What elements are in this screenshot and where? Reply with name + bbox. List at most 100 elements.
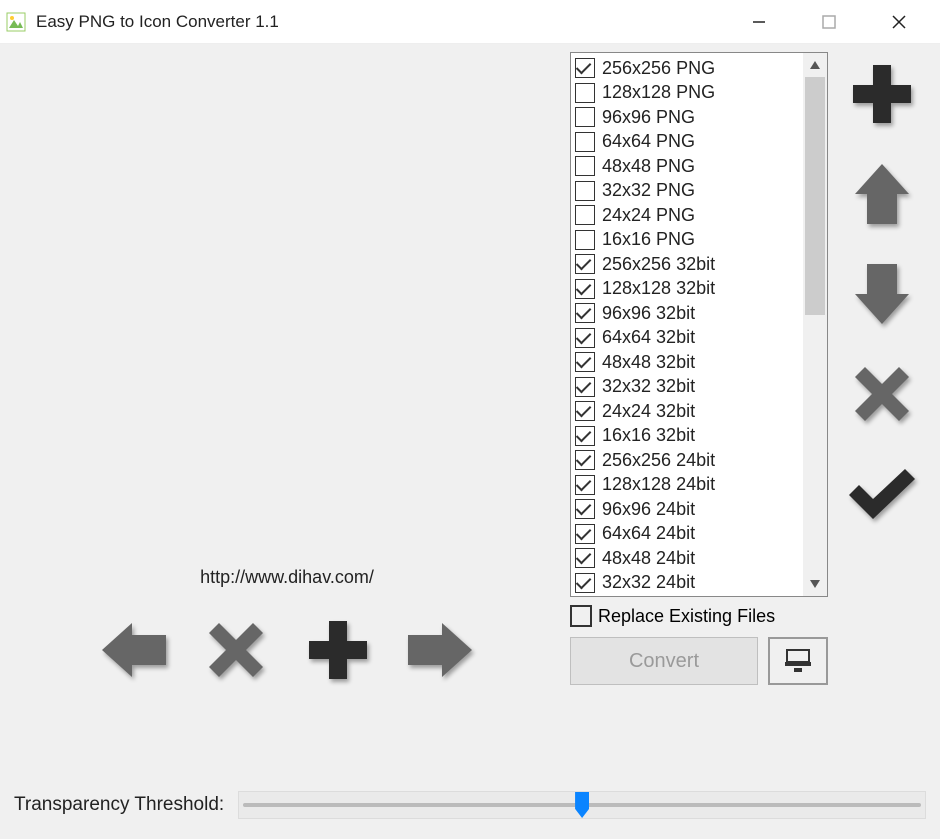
format-checkbox[interactable] bbox=[575, 377, 595, 397]
format-label: 24x24 32bit bbox=[602, 401, 695, 422]
titlebar: Easy PNG to Icon Converter 1.1 bbox=[0, 0, 940, 44]
format-item[interactable]: 96x96 PNG bbox=[575, 105, 799, 130]
format-item[interactable]: 32x32 PNG bbox=[575, 179, 799, 204]
close-button[interactable] bbox=[864, 1, 934, 43]
delete-format-button[interactable] bbox=[846, 358, 918, 430]
format-checkbox[interactable] bbox=[575, 205, 595, 225]
preview-column: http://www.dihav.com/ bbox=[14, 52, 560, 694]
scrollbar-track[interactable] bbox=[803, 77, 827, 572]
format-checkbox[interactable] bbox=[575, 303, 595, 323]
format-label: 32x32 PNG bbox=[602, 180, 695, 201]
format-checkbox[interactable] bbox=[575, 279, 595, 299]
format-label: 16x16 32bit bbox=[602, 425, 695, 446]
website-link[interactable]: http://www.dihav.com/ bbox=[14, 567, 560, 588]
format-item[interactable]: 256x256 24bit bbox=[575, 448, 799, 473]
format-column: 256x256 PNG 128x128 PNG96x96 PNG64x64 PNG… bbox=[570, 52, 828, 694]
format-edit-buttons bbox=[838, 52, 926, 694]
app-icon bbox=[6, 12, 26, 32]
format-checkbox[interactable] bbox=[575, 475, 595, 495]
format-item[interactable]: 128x128 24bit bbox=[575, 473, 799, 498]
format-checkbox[interactable] bbox=[575, 524, 595, 544]
format-label: 256x256 32bit bbox=[602, 254, 715, 275]
format-item[interactable]: 24x24 PNG bbox=[575, 203, 799, 228]
replace-existing-label: Replace Existing Files bbox=[598, 606, 775, 627]
move-format-down-button[interactable] bbox=[846, 258, 918, 330]
format-item[interactable]: 16x16 32bit bbox=[575, 424, 799, 449]
format-item[interactable]: 64x64 32bit bbox=[575, 326, 799, 351]
format-label: 256x256 PNG bbox=[602, 58, 715, 79]
format-checkbox[interactable] bbox=[575, 499, 595, 519]
format-label: 32x32 32bit bbox=[602, 376, 695, 397]
format-item[interactable]: 256x256 32bit bbox=[575, 252, 799, 277]
format-item[interactable]: 24x24 32bit bbox=[575, 399, 799, 424]
next-image-button[interactable] bbox=[404, 614, 476, 686]
scrollbar-thumb[interactable] bbox=[805, 77, 825, 315]
format-item[interactable]: 48x48 PNG bbox=[575, 154, 799, 179]
format-label: 96x96 32bit bbox=[602, 303, 695, 324]
format-item[interactable]: 48x48 32bit bbox=[575, 350, 799, 375]
threshold-label: Transparency Threshold: bbox=[14, 794, 224, 816]
format-checkbox[interactable] bbox=[575, 107, 595, 127]
previous-image-button[interactable] bbox=[98, 614, 170, 686]
format-checkbox[interactable] bbox=[575, 573, 595, 593]
maximize-button[interactable] bbox=[794, 1, 864, 43]
minimize-button[interactable] bbox=[724, 1, 794, 43]
format-checkbox[interactable] bbox=[575, 230, 595, 250]
format-label: 24x24 PNG bbox=[602, 205, 695, 226]
format-checkbox[interactable] bbox=[575, 401, 595, 421]
window-controls bbox=[724, 1, 934, 43]
client-area: http://www.dihav.com/ bbox=[0, 44, 940, 839]
format-label: 32x32 24bit bbox=[602, 572, 695, 593]
format-label: 64x64 32bit bbox=[602, 327, 695, 348]
move-format-up-button[interactable] bbox=[846, 158, 918, 230]
scroll-up-button[interactable] bbox=[803, 53, 827, 77]
replace-existing-row[interactable]: Replace Existing Files bbox=[570, 605, 828, 627]
format-label: 96x96 24bit bbox=[602, 499, 695, 520]
format-checkbox[interactable] bbox=[575, 132, 595, 152]
main-layout: http://www.dihav.com/ bbox=[14, 52, 926, 694]
convert-row: Convert bbox=[570, 637, 828, 685]
format-label: 48x48 32bit bbox=[602, 352, 695, 373]
image-nav-controls bbox=[14, 614, 560, 686]
format-checkbox[interactable] bbox=[575, 450, 595, 470]
slider-thumb[interactable] bbox=[575, 792, 589, 818]
format-item[interactable]: 128x128 PNG bbox=[575, 81, 799, 106]
apply-formats-button[interactable] bbox=[846, 458, 918, 530]
format-item[interactable]: 96x96 24bit bbox=[575, 497, 799, 522]
format-label: 64x64 PNG bbox=[602, 131, 695, 152]
format-item[interactable]: 96x96 32bit bbox=[575, 301, 799, 326]
convert-button[interactable]: Convert bbox=[570, 637, 758, 685]
format-item[interactable]: 64x64 PNG bbox=[575, 130, 799, 155]
format-item[interactable]: 64x64 24bit bbox=[575, 522, 799, 547]
add-image-button[interactable] bbox=[302, 614, 374, 686]
format-checkbox[interactable] bbox=[575, 156, 595, 176]
format-item[interactable]: 32x32 24bit bbox=[575, 571, 799, 596]
format-item[interactable]: 256x256 PNG bbox=[575, 56, 799, 81]
output-folder-button[interactable] bbox=[768, 637, 828, 685]
format-item[interactable]: 48x48 24bit bbox=[575, 546, 799, 571]
scroll-down-button[interactable] bbox=[803, 572, 827, 596]
format-label: 256x256 24bit bbox=[602, 450, 715, 471]
threshold-row: Transparency Threshold: bbox=[14, 791, 926, 819]
format-checkbox[interactable] bbox=[575, 254, 595, 274]
format-checkbox[interactable] bbox=[575, 548, 595, 568]
format-label: 128x128 24bit bbox=[602, 474, 715, 495]
format-label: 128x128 PNG bbox=[602, 82, 715, 103]
list-scrollbar[interactable] bbox=[803, 53, 827, 596]
format-checkbox[interactable] bbox=[575, 58, 595, 78]
format-checkbox[interactable] bbox=[575, 328, 595, 348]
replace-existing-checkbox[interactable] bbox=[570, 605, 592, 627]
format-checkbox[interactable] bbox=[575, 352, 595, 372]
format-item[interactable]: 128x128 32bit bbox=[575, 277, 799, 302]
format-label: 128x128 32bit bbox=[602, 278, 715, 299]
format-list-inner: 256x256 PNG 128x128 PNG96x96 PNG64x64 PNG… bbox=[571, 53, 803, 596]
add-format-button[interactable] bbox=[846, 58, 918, 130]
threshold-slider[interactable] bbox=[238, 791, 926, 819]
format-checkbox[interactable] bbox=[575, 426, 595, 446]
format-checkbox[interactable] bbox=[575, 181, 595, 201]
format-item[interactable]: 32x32 32bit bbox=[575, 375, 799, 400]
format-checkbox[interactable] bbox=[575, 83, 595, 103]
format-list[interactable]: 256x256 PNG 128x128 PNG96x96 PNG64x64 PNG… bbox=[570, 52, 828, 597]
remove-image-button[interactable] bbox=[200, 614, 272, 686]
format-item[interactable]: 16x16 PNG bbox=[575, 228, 799, 253]
